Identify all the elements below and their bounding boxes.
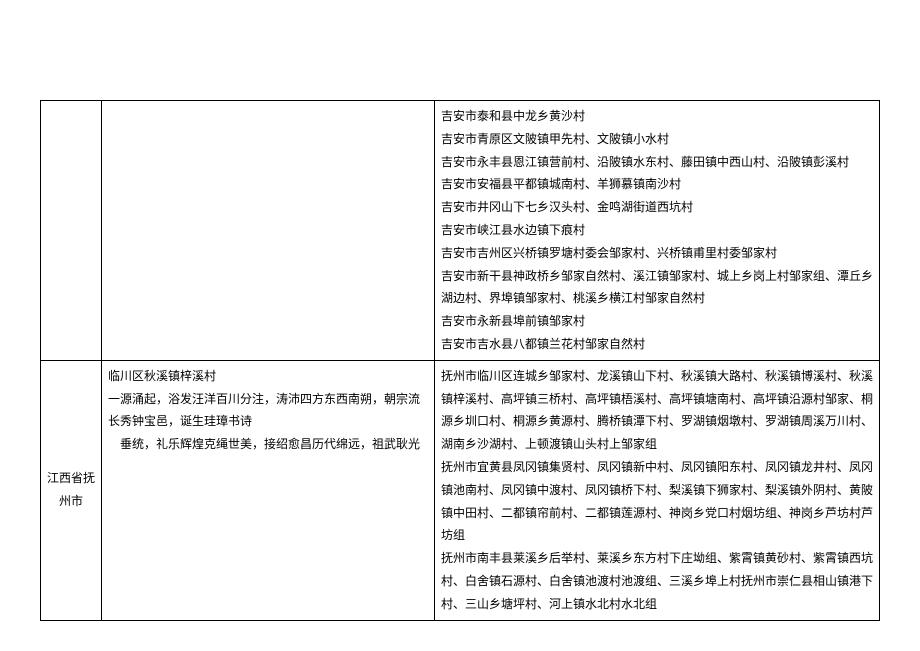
desc-title: 临川区秋溪镇梓溪村 [108,365,428,388]
desc-line: 垂统，礼乐辉煌克绳世美，接绍愈昌历代绵远，祖武耿光 [108,433,428,456]
village-item: 吉安市吉州区兴桥镇罗塘村委会邹家村、兴桥镇甫里村委邹家村 [441,242,873,265]
village-item: 吉安市井冈山下七乡汉头村、金鸣湖街道西坑村 [441,196,873,219]
cell-villages-2: 抚州市临川区连城乡邹家村、龙溪镇山下村、秋溪镇大路村、秋溪镇博溪村、秋溪镇梓溪村… [435,360,880,620]
cell-province-1 [41,101,102,361]
cell-desc-2: 临川区秋溪镇梓溪村 一源涌起，浴发汪洋百川分注，涛沛四方东西南朔，朝宗流长秀钟宝… [102,360,435,620]
village-item: 吉安市安福县平都镇城南村、羊狮慕镇南沙村 [441,173,873,196]
village-item: 抚州市临川区连城乡邹家村、龙溪镇山下村、秋溪镇大路村、秋溪镇博溪村、秋溪镇梓溪村… [441,365,873,456]
village-item: 吉安市吉水县八都镇兰花村邹家自然村 [441,333,873,356]
village-item: 吉安市新干县神政桥乡邹家自然村、溪江镇邹家村、城上乡岗上村邹家组、潭丘乡湖边村、… [441,265,873,311]
village-item: 抚州市南丰县莱溪乡后举村、莱溪乡东方村下庄坳组、紫霄镇黄砂村、紫霄镇西坑村、白舍… [441,547,873,615]
province-text: 江西省抚州市 [47,471,95,508]
document-table: 吉安市泰和县中龙乡黄沙村 吉安市青原区文陂镇甲先村、文陂镇小水村 吉安市永丰县恩… [40,100,880,621]
village-item: 吉安市永新县埠前镇邹家村 [441,310,873,333]
village-item: 吉安市永丰县恩江镇营前村、沿陂镇水东村、藤田镇中西山村、沿陂镇彭溪村 [441,151,873,174]
desc-line: 一源涌起，浴发汪洋百川分注，涛沛四方东西南朔，朝宗流长秀钟宝邑，诞生珪璋书诗 [108,388,428,434]
cell-province-2: 江西省抚州市 [41,360,102,620]
table-row: 江西省抚州市 临川区秋溪镇梓溪村 一源涌起，浴发汪洋百川分注，涛沛四方东西南朔，… [41,360,880,620]
village-item: 吉安市青原区文陂镇甲先村、文陂镇小水村 [441,128,873,151]
village-item: 吉安市泰和县中龙乡黄沙村 [441,105,873,128]
village-item: 吉安市峡江县水边镇下痕村 [441,219,873,242]
table-row: 吉安市泰和县中龙乡黄沙村 吉安市青原区文陂镇甲先村、文陂镇小水村 吉安市永丰县恩… [41,101,880,361]
cell-villages-1: 吉安市泰和县中龙乡黄沙村 吉安市青原区文陂镇甲先村、文陂镇小水村 吉安市永丰县恩… [435,101,880,361]
cell-desc-1 [102,101,435,361]
village-item: 抚州市宜黄县凤冈镇集贤村、凤冈镇新中村、凤冈镇阳东村、凤冈镇龙井村、凤冈镇池南村… [441,456,873,547]
